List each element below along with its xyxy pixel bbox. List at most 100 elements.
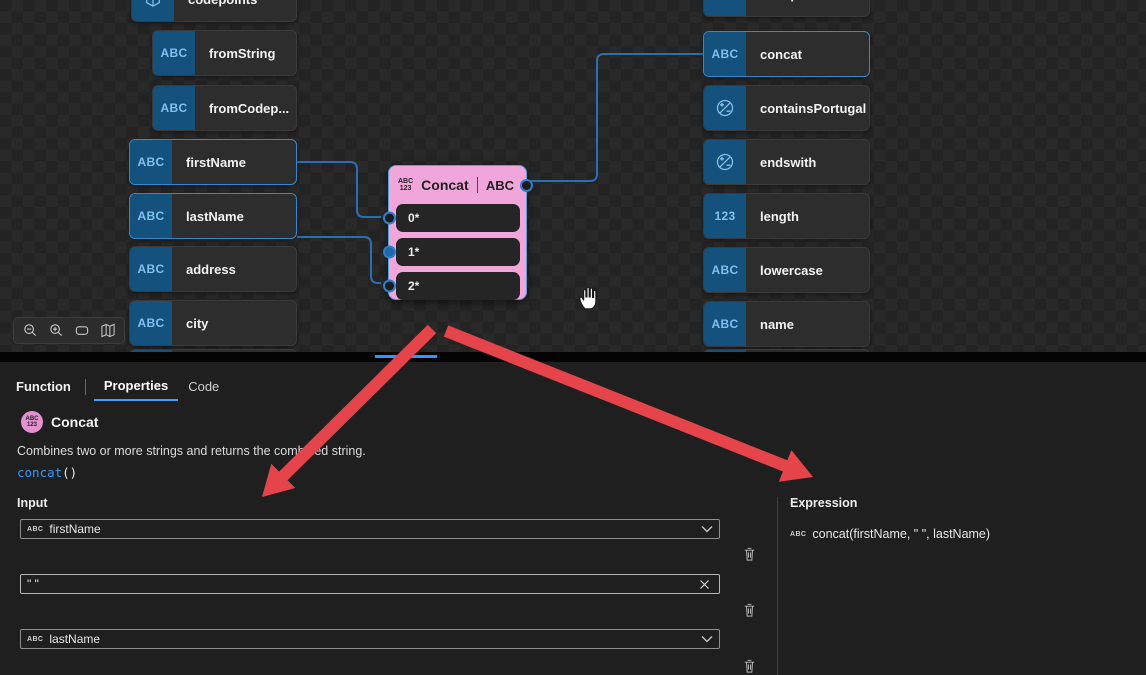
node-city[interactable]: ABC city xyxy=(129,300,297,346)
output-handle[interactable] xyxy=(520,179,533,192)
node-label: codepoints xyxy=(174,0,265,21)
function-signature: concat() xyxy=(17,465,77,480)
node-label: firstName xyxy=(172,140,254,184)
abc-type-prefix: ABC xyxy=(27,526,43,533)
node-lowercase[interactable]: ABC lowercase xyxy=(703,247,870,293)
abc-type-badge: ABC xyxy=(153,31,195,75)
expression-section-label: Expression xyxy=(790,496,857,510)
expression-value-line: ABC concat(firstName, " ", lastName) xyxy=(790,527,990,541)
boolean-icon xyxy=(704,86,746,130)
fit-view-button[interactable] xyxy=(70,320,94,341)
function-name: Concat xyxy=(51,414,98,430)
node-lastname[interactable]: ABC lastName xyxy=(129,193,297,239)
abc-type-prefix: ABC xyxy=(27,636,43,643)
concat-input-row-1[interactable]: 1* xyxy=(396,238,520,266)
wire-firstname-to-input0 xyxy=(297,162,381,217)
concat-input-row-2[interactable]: 2* xyxy=(396,272,520,300)
concat-function-node[interactable]: ABC123 Concat ABC 0* 1* 2* xyxy=(388,165,527,300)
zoom-out-button[interactable] xyxy=(18,320,42,341)
node-label: length xyxy=(746,194,807,238)
delete-input-0-button[interactable] xyxy=(740,545,758,563)
number-type-badge: 123 xyxy=(704,194,746,238)
abc-type-badge: ABC xyxy=(153,86,195,130)
node-containsportugal[interactable]: containsPortugal xyxy=(703,85,870,131)
node-label: codepointsToSt... xyxy=(746,0,870,16)
hand-cursor-icon xyxy=(578,286,600,310)
chevron-down-icon[interactable] xyxy=(701,525,713,533)
input-dropdown-2[interactable]: ABC lastName xyxy=(20,629,720,649)
input-section-label: Input xyxy=(17,496,48,510)
wire-lastname-to-input2 xyxy=(297,237,381,283)
dropdown-value: firstName xyxy=(49,522,100,536)
concat-node-title: Concat xyxy=(421,177,468,193)
dropdown-value: lastName xyxy=(49,632,100,646)
abc-type-badge: ABC xyxy=(704,248,746,292)
tab-code[interactable]: Code xyxy=(178,377,229,400)
node-name[interactable]: ABC name xyxy=(703,301,870,347)
node-label: address xyxy=(172,247,244,291)
node-fromcodepoints[interactable]: ABC fromCodep... xyxy=(152,85,297,131)
mapper-canvas[interactable]: codepoints ABC fromString ABC fromCodep.… xyxy=(0,0,1146,353)
panel-tabs: Function Properties Code xyxy=(6,376,229,401)
node-concat-target[interactable]: ABC concat xyxy=(703,31,870,77)
abc-type-badge: ABC xyxy=(130,301,172,345)
concat-node-header: ABC123 Concat ABC xyxy=(389,166,526,204)
input-row-label: 0* xyxy=(408,211,419,225)
node-label: lowercase xyxy=(746,248,831,292)
properties-panel: Function Properties Code ABC123 Concat C… xyxy=(0,362,1146,675)
cube-icon xyxy=(132,0,174,21)
delete-input-1-button[interactable] xyxy=(740,601,758,619)
delete-input-2-button[interactable] xyxy=(740,657,758,675)
node-label: fromCodep... xyxy=(195,86,297,130)
signature-link[interactable]: concat xyxy=(17,465,62,480)
node-length[interactable]: 123 length xyxy=(703,193,870,239)
node-address[interactable]: ABC address xyxy=(129,246,297,292)
node-endswith[interactable]: endswith xyxy=(703,139,870,185)
node-label: name xyxy=(746,302,802,346)
input-row-label: 2* xyxy=(408,279,419,293)
node-label: fromString xyxy=(195,31,283,75)
node-codepointstostring[interactable]: ABC codepointsToSt... xyxy=(703,0,870,17)
node-label: endswith xyxy=(746,140,824,184)
node-fromstring[interactable]: ABC fromString xyxy=(152,30,297,76)
output-type-label: ABC xyxy=(486,178,514,193)
input-handle-2[interactable] xyxy=(383,280,396,293)
section-divider xyxy=(777,497,778,675)
node-codepoints[interactable]: codepoints xyxy=(131,0,297,22)
abc-type-badge: ABC xyxy=(130,247,172,291)
minimap-button[interactable] xyxy=(96,320,120,341)
function-description: Combines two or more strings and returns… xyxy=(17,444,366,458)
input-handle-0[interactable] xyxy=(383,212,396,225)
tab-function[interactable]: Function xyxy=(6,377,81,400)
expression-value: concat(firstName, " ", lastName) xyxy=(812,527,990,541)
input-dropdown-0[interactable]: ABC firstName xyxy=(20,519,720,539)
abc123-icon: ABC123 xyxy=(21,411,43,433)
function-header: ABC123 Concat xyxy=(21,411,98,433)
panel-resize-indicator xyxy=(375,355,437,358)
zoom-in-button[interactable] xyxy=(44,320,68,341)
clear-value-icon[interactable] xyxy=(696,579,713,590)
node-label: concat xyxy=(746,32,810,76)
input-row-label: 1* xyxy=(408,245,419,259)
chevron-down-icon[interactable] xyxy=(701,635,713,643)
abc-type-badge: ABC xyxy=(704,302,746,346)
tab-properties[interactable]: Properties xyxy=(94,376,178,401)
tab-separator xyxy=(85,379,86,395)
panel-divider-strip[interactable] xyxy=(0,352,1146,362)
concat-input-row-0[interactable]: 0* xyxy=(396,204,520,232)
abc-type-badge: ABC xyxy=(704,0,746,16)
input-handle-1[interactable] xyxy=(383,246,396,259)
abc-type-badge: ABC xyxy=(130,194,172,238)
node-firstname[interactable]: ABC firstName xyxy=(129,139,297,185)
abc-type-badge: ABC xyxy=(704,32,746,76)
wire-output-to-concat xyxy=(531,54,704,181)
input-text-1[interactable]: " " xyxy=(20,574,720,594)
canvas-controls xyxy=(13,317,125,344)
header-divider xyxy=(477,177,478,193)
abc-type-prefix: ABC xyxy=(790,531,806,538)
abc-type-badge: ABC xyxy=(130,140,172,184)
node-label: lastName xyxy=(172,194,252,238)
boolean-icon xyxy=(704,140,746,184)
node-label: city xyxy=(172,301,216,345)
node-label: containsPortugal xyxy=(746,86,870,130)
